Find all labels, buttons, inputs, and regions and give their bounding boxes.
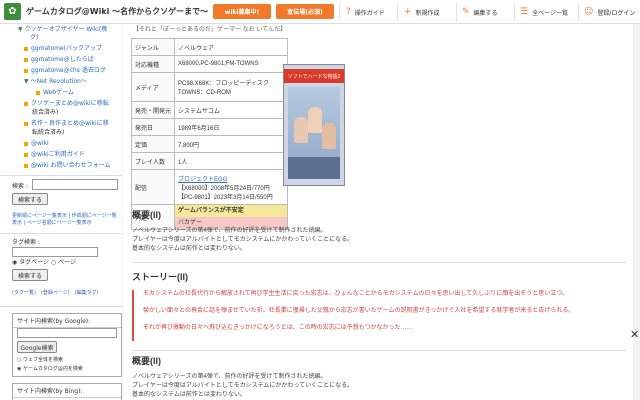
radio-checked-icon[interactable]: ◉	[12, 259, 17, 266]
page-scrollbar[interactable]	[633, 24, 640, 400]
bing-search-box: サイト内検索(by Bing):	[12, 383, 122, 400]
top-note: 【それと「ぼーっとあるのだ」ゲーマー なお いてんだ】	[133, 27, 287, 33]
sidebar-link[interactable]: ▼ ～Net Revolution～	[24, 78, 87, 86]
project-egg-link[interactable]: プロジェクトEGG	[178, 174, 284, 183]
sidebar-link[interactable]: ggmatome@したらば	[24, 56, 94, 64]
nav-login[interactable]: ☺ 登録/ログイン	[584, 0, 635, 24]
search-input[interactable]	[32, 179, 118, 190]
tag-search-input[interactable]	[12, 247, 98, 257]
google-search-input[interactable]	[17, 328, 117, 338]
nav-all-pages[interactable]: ☰ 全ページ一覧	[520, 0, 568, 24]
overview-text: ノベルウェアシリーズの第4弾で、前作の好評を受けて制作された続編。 プレイヤーは…	[132, 228, 354, 252]
page-list-links[interactable]: 更新順にページ一覧表示 | 作成順にページ一覧表示 | ページ名順にページ一覧表…	[12, 213, 120, 227]
close-icon[interactable]: ✕	[630, 328, 639, 341]
site-logo-icon[interactable]: ✿	[4, 3, 21, 20]
story-heading: ストーリー(II)	[132, 272, 188, 282]
sidebar-link[interactable]: @wiki お問い合わせフォーム	[24, 162, 110, 170]
overview-heading: 概要(II)	[132, 210, 161, 220]
google-search-box: サイト内検索(by Google): Google検索 ○ ウェブ全体を検索 ◉…	[12, 313, 122, 377]
edit-icon: ✎	[462, 7, 470, 17]
wiki-recruit-button[interactable]: wiki募集中!	[213, 4, 271, 19]
tag-radio-group[interactable]: ◉ タグページ ○ ページ	[12, 259, 76, 267]
sidebar-link[interactable]: ▼ クソゲーオブザイヤー Wiki(携	[18, 26, 107, 34]
search-label: 検索 :	[12, 183, 28, 190]
nav-edit[interactable]: ✎ 編集する	[462, 0, 498, 24]
site-search-radio[interactable]: ◉ ゲームカタログ@内を検索	[17, 365, 83, 373]
sidebar: ▼ クソゲーオブザイヤー Wiki(携 グ) ggmatome(バックアップ gg…	[0, 24, 122, 400]
sidebar-link[interactable]: 名作・良作まとめ@wikiに移	[24, 120, 109, 128]
nav-new-page[interactable]: + 新規作成	[404, 0, 440, 24]
google-search-button[interactable]: Google検索	[17, 341, 57, 353]
sidebar-link[interactable]: @wiki	[24, 140, 49, 148]
sidebar-link[interactable]: グ)	[30, 34, 38, 42]
help-icon: ?	[346, 7, 351, 17]
cover-title: ソフトでハードな物語2	[284, 69, 344, 83]
main-content: 【それと「ぼーっとあるのだ」ゲーマー なお いてんだ】 ジャンル ノベルウェア 対…	[123, 24, 633, 400]
overview2-text: ノベルウェアシリーズの第4弾で、前作の好評を受けて制作された続編。 プレイヤーは…	[132, 374, 354, 398]
user-icon: ☺	[584, 7, 594, 17]
top-bar: ✿ ゲームカタログ@Wiki ～名作からクソゲーまで～ wiki募集中! 宣伝場…	[0, 0, 640, 24]
game-cover-image: ソフトでハードな物語2	[283, 64, 345, 186]
search-button[interactable]: 検索する	[12, 193, 48, 205]
sidebar-link: 転統合済み)	[32, 129, 65, 136]
game-info-table: ジャンル ノベルウェア 対応機種 X68000,PC-9801,FM-TOWNS メ…	[131, 38, 288, 230]
verdict-unstable: ゲームバランスが不安定	[175, 205, 287, 217]
tag-search-label: タグ検索 :	[12, 239, 40, 246]
radio-empty-icon[interactable]: ○	[51, 259, 56, 266]
ad-board-button[interactable]: 宣伝場(必須)	[276, 4, 334, 19]
sidebar-link[interactable]: クソゲーまとめ@wikiに移転	[24, 100, 109, 108]
tag-search-button[interactable]: 検索する	[12, 269, 48, 281]
list-icon: ☰	[520, 7, 529, 17]
sidebar-link[interactable]: Webゲーム	[36, 89, 74, 97]
web-search-radio[interactable]: ○ ウェブ全体を検索	[17, 356, 63, 364]
tag-links[interactable]: (タグ一覧) (登録ページ) (編集タグ)	[12, 289, 99, 296]
story-quote: モカシステムの社長代行から解放されて再び学生生活に戻った宏志は、ひょんなことから…	[132, 290, 630, 341]
sidebar-link[interactable]: @wikiご利用ガイド	[24, 151, 85, 159]
sidebar-link[interactable]: ggmatome(バックアップ	[24, 45, 102, 53]
sidebar-link[interactable]: ggmatome@chs 過去ログ	[24, 67, 106, 75]
nav-guide[interactable]: ? 操作ガイド	[346, 0, 385, 24]
sidebar-link: 統合済み)	[32, 109, 59, 116]
plus-icon: +	[404, 7, 412, 17]
overview2-heading: 概要(II)	[132, 356, 161, 366]
site-title[interactable]: ゲームカタログ@Wiki ～名作からクソゲーまで～	[26, 6, 208, 17]
